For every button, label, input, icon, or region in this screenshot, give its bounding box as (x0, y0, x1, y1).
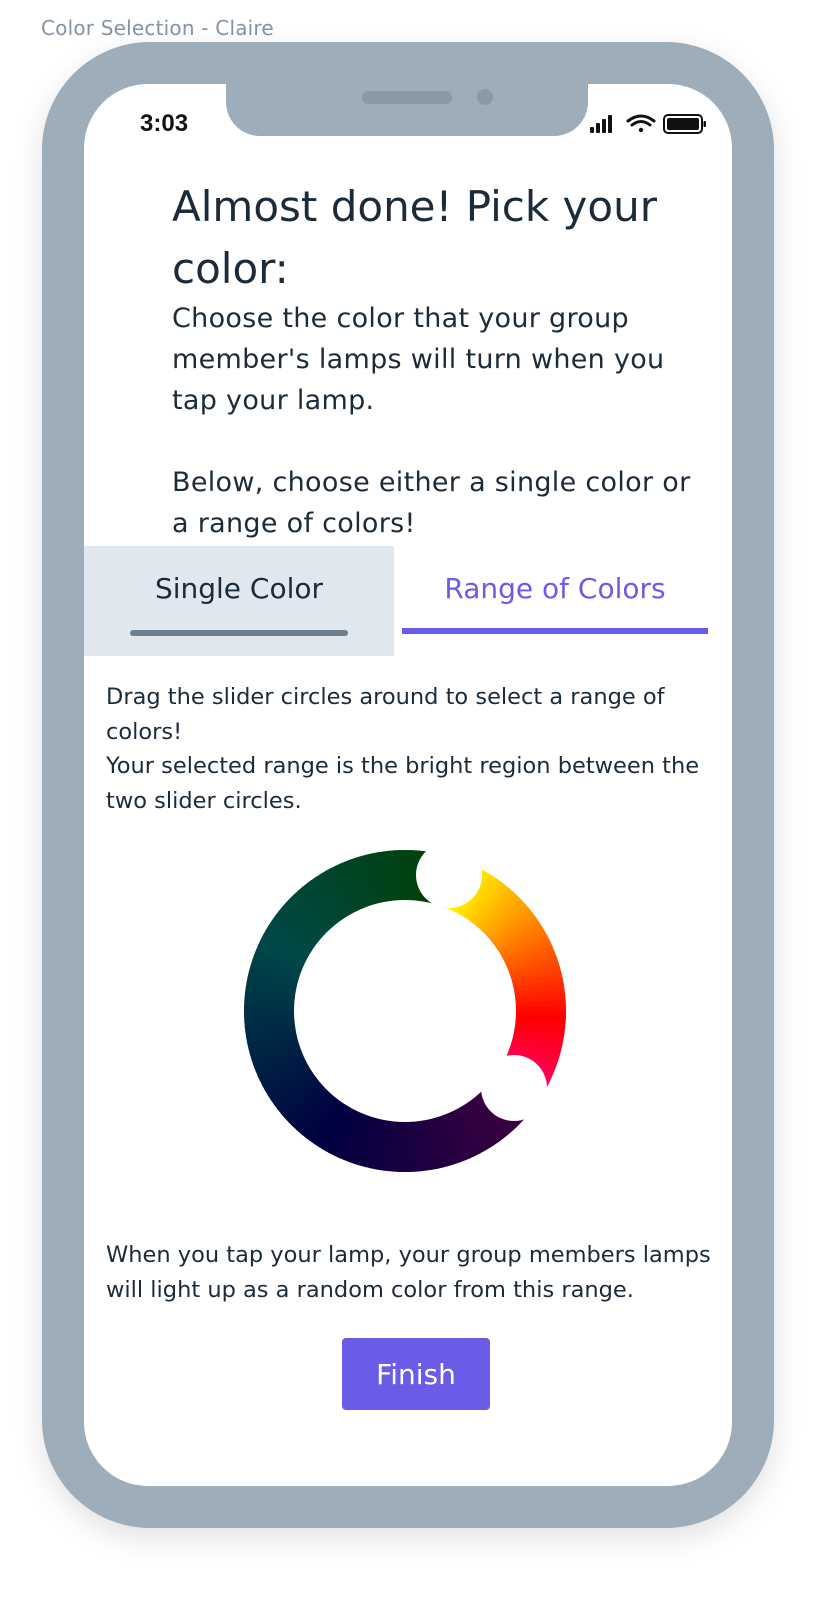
tab-range-of-colors[interactable]: Range of Colors (402, 546, 708, 656)
wifi-icon (626, 114, 656, 133)
status-icons (590, 114, 706, 134)
intro-description: Choose the color that your group member'… (172, 303, 665, 416)
speaker-grille (362, 91, 452, 104)
range-instruction-drag: Drag the slider circles around to select… (106, 684, 665, 745)
tab-single-color-label: Single Color (154, 572, 324, 605)
color-range-wheel[interactable] (244, 850, 566, 1172)
intro-text: Choose the color that your group member'… (172, 298, 692, 544)
tab-range-of-colors-indicator (402, 628, 708, 634)
status-time: 3:03 (140, 110, 189, 137)
battery-icon (663, 114, 706, 134)
range-instructions: Drag the slider circles around to select… (106, 680, 706, 818)
tab-range-of-colors-label: Range of Colors (444, 572, 666, 605)
page-title: Almost done! Pick your color: (172, 182, 657, 293)
frame-title: Color Selection - Claire (41, 16, 274, 40)
tab-single-color-indicator (130, 630, 348, 636)
range-result-text: When you tap your lamp, your group membe… (106, 1242, 711, 1303)
intro-prompt: Below, choose either a single color or a… (172, 467, 691, 539)
range-instruction-selected: Your selected range is the bright region… (106, 753, 700, 814)
cellular-signal-icon (590, 115, 612, 133)
tab-single-color[interactable]: Single Color (84, 546, 394, 656)
range-end-handle[interactable] (481, 1055, 547, 1121)
front-camera (477, 89, 493, 105)
finish-button[interactable]: Finish (342, 1338, 490, 1410)
